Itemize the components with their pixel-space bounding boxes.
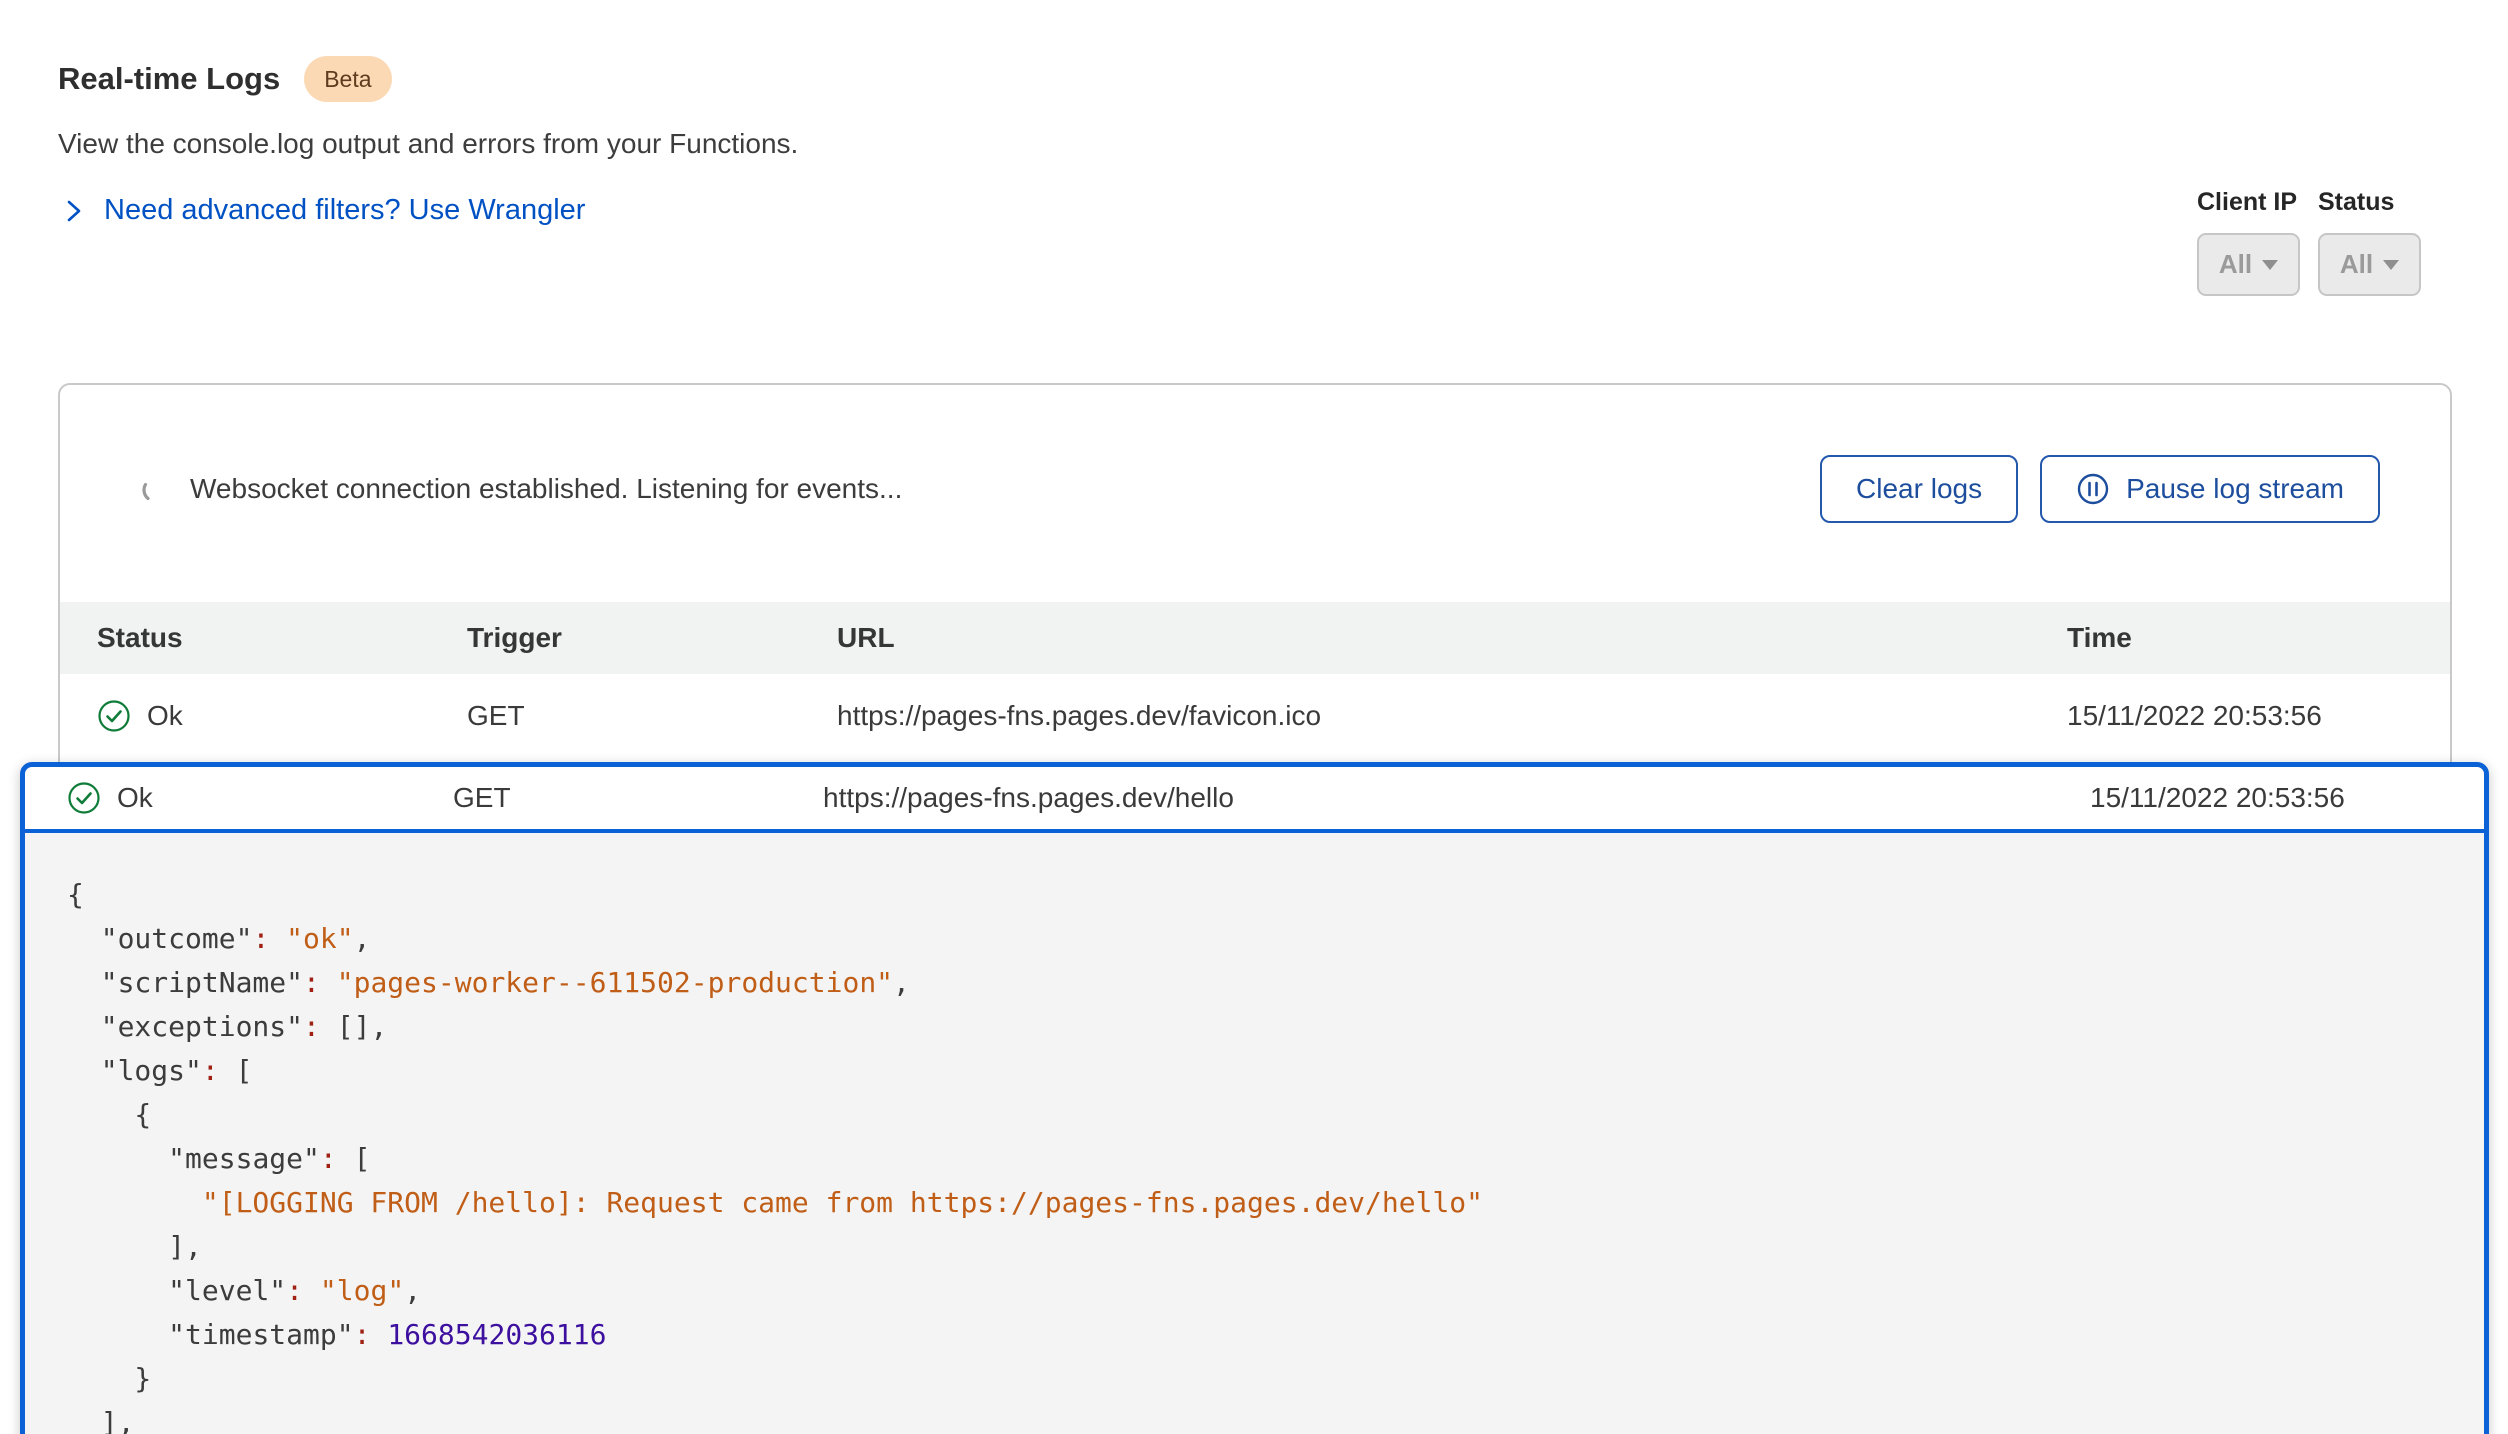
check-circle-icon: [97, 699, 131, 733]
client-ip-filter-dropdown[interactable]: All: [2197, 233, 2300, 296]
wrangler-link-label: Need advanced filters? Use Wrangler: [104, 194, 585, 227]
connection-status-text: Websocket connection established. Listen…: [190, 473, 902, 505]
page-subtitle: View the console.log output and errors f…: [58, 128, 798, 160]
caret-down-icon: [2262, 260, 2278, 270]
beta-badge: Beta: [304, 56, 391, 102]
status-cell: Ok: [97, 674, 183, 758]
spinner-icon: [140, 475, 168, 503]
url-cell: https://pages-fns.pages.dev/hello: [823, 767, 1234, 829]
log-row[interactable]: Ok GET https://pages-fns.pages.dev/favic…: [60, 674, 2450, 758]
page-title: Real-time Logs: [58, 61, 280, 97]
pause-log-stream-label: Pause log stream: [2126, 473, 2344, 505]
time-cell: 15/11/2022 20:53:56: [2090, 767, 2345, 829]
pause-icon: [2076, 472, 2110, 506]
status-filter: Status All: [2318, 188, 2458, 296]
column-header-url: URL: [837, 602, 895, 674]
client-ip-filter-value: All: [2219, 249, 2252, 280]
column-header-trigger: Trigger: [467, 602, 562, 674]
wrangler-link[interactable]: Need advanced filters? Use Wrangler: [62, 194, 585, 227]
log-row-expanded: Ok GET https://pages-fns.pages.dev/hello…: [20, 762, 2489, 1434]
logs-toolbar: Websocket connection established. Listen…: [140, 451, 2380, 527]
trigger-cell: GET: [467, 674, 525, 758]
realtime-logs-page: Real-time Logs Beta View the console.log…: [0, 0, 2508, 1434]
check-circle-icon: [67, 781, 101, 815]
caret-down-icon: [2383, 260, 2399, 270]
client-ip-filter: Client IP All: [2197, 188, 2337, 296]
status-filter-value: All: [2340, 249, 2373, 280]
chevron-right-icon: [62, 197, 86, 225]
log-row-selected[interactable]: Ok GET https://pages-fns.pages.dev/hello…: [25, 767, 2484, 833]
status-text: Ok: [117, 782, 153, 814]
log-detail-panel: { "outcome": "ok", "scriptName": "pages-…: [25, 833, 2484, 1434]
trigger-cell: GET: [453, 767, 511, 829]
time-cell: 15/11/2022 20:53:56: [2067, 674, 2322, 758]
column-header-time: Time: [2067, 602, 2132, 674]
url-cell: https://pages-fns.pages.dev/favicon.ico: [837, 674, 1321, 758]
column-header-status: Status: [97, 602, 183, 674]
clear-logs-label: Clear logs: [1856, 473, 1982, 505]
client-ip-filter-label: Client IP: [2197, 188, 2337, 217]
connection-status: Websocket connection established. Listen…: [140, 473, 902, 505]
clear-logs-button[interactable]: Clear logs: [1820, 455, 2018, 523]
toolbar-buttons: Clear logs Pause log stream: [1820, 455, 2380, 523]
table-header: Status Trigger URL Time: [60, 602, 2450, 674]
pause-log-stream-button[interactable]: Pause log stream: [2040, 455, 2380, 523]
log-json-code: { "outcome": "ok", "scriptName": "pages-…: [67, 873, 2444, 1434]
status-text: Ok: [147, 700, 183, 732]
page-header: Real-time Logs Beta: [58, 56, 392, 102]
status-filter-dropdown[interactable]: All: [2318, 233, 2421, 296]
status-cell: Ok: [67, 767, 153, 829]
status-filter-label: Status: [2318, 188, 2458, 217]
